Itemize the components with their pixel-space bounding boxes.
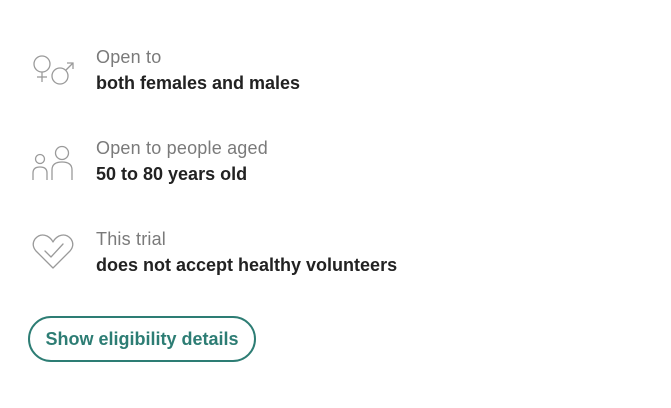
gender-icon — [28, 46, 80, 94]
eligibility-item-volunteers: This trial does not accept healthy volun… — [28, 228, 628, 288]
eligibility-label: This trial — [96, 229, 167, 249]
eligibility-item-gender: Open to both females and males — [28, 46, 628, 106]
people-icon — [28, 137, 80, 185]
eligibility-value: does not accept healthy volunteers — [96, 255, 398, 275]
eligibility-text: This trial does not accept healthy volun… — [96, 228, 397, 276]
eligibility-label: Open to people aged — [96, 138, 268, 158]
eligibility-value: 50 to 80 years old — [96, 164, 248, 184]
eligibility-text: Open to both females and males — [96, 46, 300, 94]
eligibility-text: Open to people aged 50 to 80 years old — [96, 137, 268, 185]
eligibility-item-age: Open to people aged 50 to 80 years old — [28, 137, 628, 197]
heart-check-icon — [28, 228, 80, 276]
eligibility-label: Open to — [96, 47, 162, 67]
show-eligibility-details-button[interactable]: Show eligibility details — [28, 316, 256, 362]
eligibility-value: both females and males — [96, 73, 301, 93]
